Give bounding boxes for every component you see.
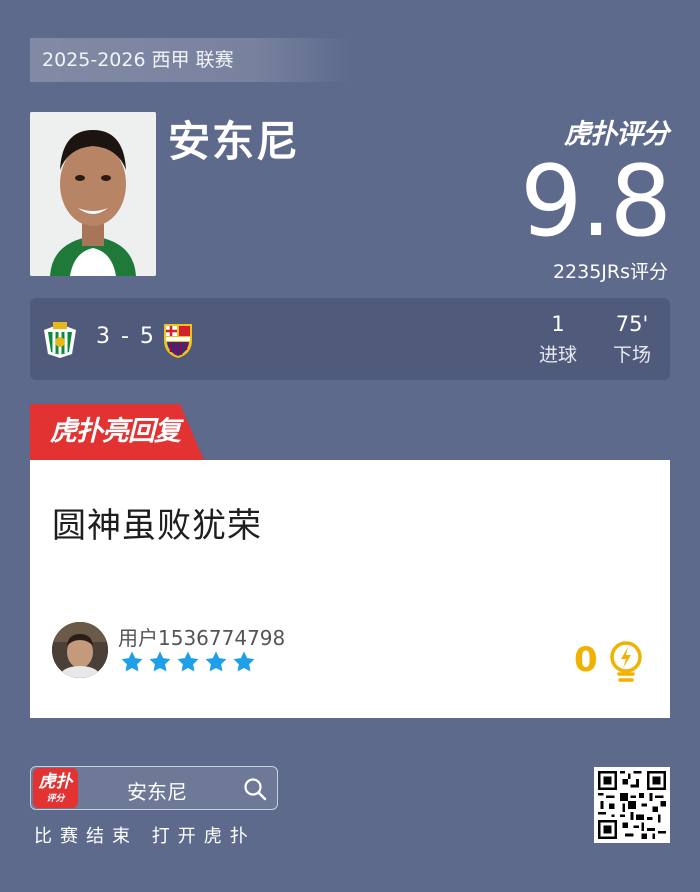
avatar[interactable] — [52, 622, 108, 678]
stat-subbed-off-label: 下场 — [612, 344, 651, 366]
player-name: 安东尼 — [168, 117, 301, 166]
player-headshot-icon — [30, 112, 156, 276]
rating-stars — [120, 650, 256, 674]
star-icon — [233, 651, 255, 672]
search-input[interactable]: 安东尼 — [127, 776, 187, 805]
lightbulb-like-icon[interactable] — [608, 640, 644, 684]
star-icon — [149, 651, 171, 672]
hupu-app-icon[interactable]: 虎扑 评分 — [33, 768, 78, 808]
open-app-cta: 比赛结束 打开虎扑 — [34, 826, 256, 847]
player-photo — [30, 112, 156, 276]
stat-subbed-off-value: 75' — [615, 312, 649, 336]
fc-barcelona-badge-icon — [164, 324, 192, 358]
season-label: 2025-2026 西甲 联赛 — [30, 38, 350, 82]
reply-card: 圆神虽败犹荣 用户1536774798 0 — [30, 460, 670, 718]
user-avatar-icon — [52, 622, 108, 678]
stat-goals: 1 进球 — [528, 312, 588, 367]
stat-subbed-off: 75' 下场 — [602, 312, 662, 367]
qr-code — [594, 767, 670, 843]
search-bar[interactable]: 虎扑 评分 安东尼 — [30, 766, 278, 810]
star-icon — [177, 651, 199, 672]
search-icon[interactable] — [243, 777, 267, 801]
real-betis-badge-icon — [44, 322, 76, 358]
stat-goals-value: 1 — [551, 312, 565, 336]
qr-code-icon — [598, 771, 666, 839]
rating-value: 9.8 — [520, 145, 672, 259]
match-summary: 3 - 5 1 进球 75' 下场 — [30, 298, 670, 380]
stat-goals-label: 进球 — [538, 344, 577, 366]
reply-text: 圆神虽败犹荣 — [52, 506, 262, 546]
highlight-replies-tag: 虎扑亮回复 — [30, 404, 204, 460]
star-icon — [205, 651, 227, 672]
star-icon — [121, 651, 143, 672]
app-icon-title: 虎扑 — [38, 772, 73, 792]
username[interactable]: 用户1536774798 — [118, 622, 285, 651]
match-score: 3 - 5 — [96, 324, 156, 349]
app-icon-subtitle: 评分 — [46, 794, 65, 804]
like-count: 0 — [574, 640, 598, 680]
rating-count: 2235JRs评分 — [552, 261, 668, 283]
